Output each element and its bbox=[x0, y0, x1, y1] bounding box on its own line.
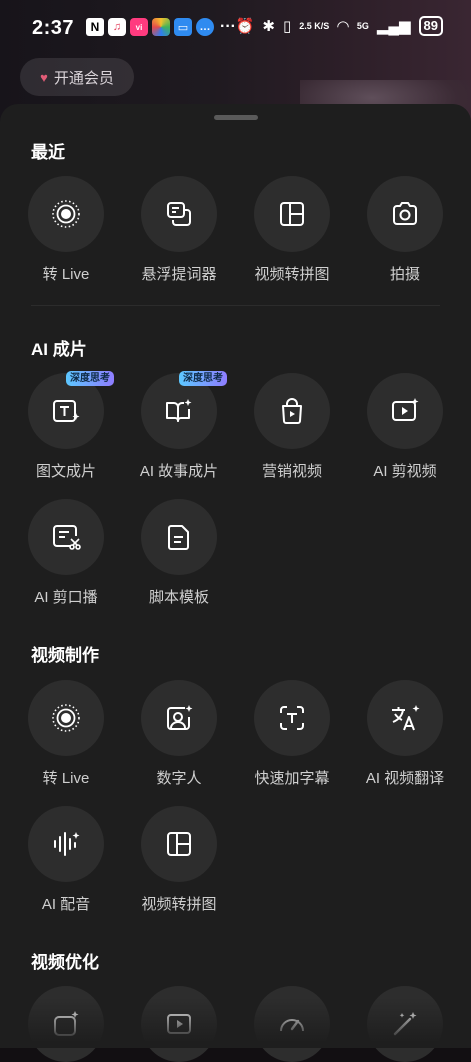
floating-teleprompter-icon bbox=[167, 202, 191, 226]
tool-label: 拍摄 bbox=[389, 266, 420, 283]
tool-recent-video-collage[interactable]: 视频转拼图 bbox=[236, 176, 348, 284]
deep-thinking-badge: 深度思考 bbox=[179, 371, 227, 386]
tool-label: AI 故事成片 bbox=[139, 463, 219, 480]
tool-icon-circle bbox=[254, 373, 330, 449]
translate-icon bbox=[392, 705, 420, 731]
vip-button[interactable]: ♥ 开通会员 bbox=[20, 58, 134, 96]
tool-icon-circle bbox=[367, 373, 443, 449]
photos-app-icon bbox=[152, 18, 170, 36]
tool-icon-circle bbox=[141, 499, 217, 575]
tool-make-video-collage[interactable]: 视频转拼图 bbox=[123, 806, 235, 914]
tool-label: AI 剪视频 bbox=[373, 463, 437, 480]
tool-label: 视频转拼图 bbox=[254, 266, 330, 283]
video-play-sparkle-icon bbox=[392, 398, 419, 421]
tool-label: 悬浮提词器 bbox=[141, 266, 217, 283]
tool-icon-circle bbox=[28, 806, 104, 882]
tool-icon-circle bbox=[141, 806, 217, 882]
music-app-icon: ♫ bbox=[108, 18, 126, 36]
tool-icon-circle bbox=[367, 176, 443, 252]
tools-sheet: 最近 转 Live 悬浮提词器 视频转拼图 拍摄 AI 成片 深度思考 图文成片… bbox=[0, 104, 471, 1062]
status-bar: 2:37 N ♫ vi ▭ … ··· ⏰ ✱ ▯ 2.5 K/S ◠ 5G ▂… bbox=[0, 0, 471, 58]
tool-recent-shoot[interactable]: 拍摄 bbox=[349, 176, 461, 284]
live-icon bbox=[52, 200, 80, 228]
camera-icon bbox=[393, 202, 417, 225]
bottom-fade bbox=[0, 998, 471, 1048]
shopping-bag-icon bbox=[282, 398, 302, 424]
battery-indicator: 89 bbox=[418, 16, 443, 36]
notification-icons: N ♫ vi ▭ … ··· bbox=[86, 18, 236, 36]
section-title-recent: 最近 bbox=[31, 143, 65, 162]
tool-icon-circle bbox=[254, 176, 330, 252]
tool-icon-circle: 深度思考 bbox=[141, 371, 227, 449]
tool-marketing-video[interactable]: 营销视频 bbox=[236, 373, 348, 481]
network-type: 5G bbox=[356, 21, 369, 31]
more-notifications-icon: ··· bbox=[220, 18, 236, 35]
section-title-ai-film: AI 成片 bbox=[31, 340, 87, 359]
tool-ai-video-translate[interactable]: AI 视频翻译 bbox=[349, 680, 461, 788]
tool-recent-convert-live[interactable]: 转 Live bbox=[10, 176, 122, 284]
tool-recent-floating-teleprompter[interactable]: 悬浮提词器 bbox=[123, 176, 235, 284]
message-app-icon: … bbox=[196, 18, 214, 36]
tool-label: 快速加字幕 bbox=[254, 770, 330, 787]
tool-image-text-film[interactable]: 深度思考 图文成片 bbox=[10, 371, 122, 481]
status-time: 2:37 bbox=[32, 17, 75, 39]
collage-icon bbox=[280, 202, 304, 226]
signal-icon: ▂▄▆ bbox=[376, 18, 411, 35]
tool-label: 转 Live bbox=[42, 770, 90, 787]
text-sparkle-icon bbox=[53, 400, 80, 422]
script-cut-icon bbox=[53, 525, 81, 550]
tool-icon-circle bbox=[28, 680, 104, 756]
section-divider bbox=[31, 305, 440, 306]
vibrate-icon: ▯ bbox=[282, 18, 292, 35]
subtitle-icon bbox=[280, 706, 304, 730]
tool-icon-circle bbox=[367, 680, 443, 756]
tool-label: AI 配音 bbox=[41, 896, 91, 913]
tool-icon-circle bbox=[28, 176, 104, 252]
doc-app-icon: ▭ bbox=[174, 18, 192, 36]
tool-label: AI 视频翻译 bbox=[365, 770, 445, 787]
tool-label: 图文成片 bbox=[35, 463, 96, 480]
nfc-icon: N bbox=[86, 18, 104, 36]
tool-ai-story-film[interactable]: 深度思考 AI 故事成片 bbox=[123, 371, 235, 481]
heart-icon: ♥ bbox=[40, 69, 48, 85]
alarm-icon: ⏰ bbox=[235, 18, 255, 35]
voice-wave-icon bbox=[54, 832, 80, 856]
tool-ai-video-edit[interactable]: AI 剪视频 bbox=[349, 373, 461, 481]
vip-label: 开通会员 bbox=[53, 69, 114, 87]
network-speed: 2.5 K/S bbox=[299, 20, 330, 31]
collage-icon bbox=[167, 832, 191, 856]
system-icons: ⏰ ✱ ▯ 2.5 K/S ◠ 5G ▂▄▆ 89 bbox=[236, 16, 443, 36]
tool-digital-human[interactable]: 数字人 bbox=[123, 680, 235, 788]
deep-thinking-badge: 深度思考 bbox=[66, 371, 114, 386]
tool-icon-circle bbox=[141, 176, 217, 252]
document-icon bbox=[168, 525, 189, 550]
tool-script-template[interactable]: 脚本模板 bbox=[123, 499, 235, 607]
drag-handle[interactable] bbox=[214, 115, 258, 120]
book-sparkle-icon bbox=[166, 399, 192, 422]
digital-human-icon bbox=[167, 705, 193, 730]
tool-label: 脚本模板 bbox=[148, 589, 209, 606]
tool-label: 营销视频 bbox=[261, 463, 322, 480]
video-app-icon: vi bbox=[130, 18, 148, 36]
tool-icon-circle bbox=[141, 680, 217, 756]
tool-icon-circle bbox=[254, 680, 330, 756]
tool-ai-cut-talking[interactable]: AI 剪口播 bbox=[10, 499, 122, 607]
bluetooth-icon: ✱ bbox=[262, 18, 275, 35]
tool-icon-circle bbox=[28, 499, 104, 575]
tool-label: 转 Live bbox=[42, 266, 90, 283]
tool-quick-subtitles[interactable]: 快速加字幕 bbox=[236, 680, 348, 788]
tool-label: 视频转拼图 bbox=[141, 896, 217, 913]
tool-ai-dubbing[interactable]: AI 配音 bbox=[10, 806, 122, 914]
section-title-video-make: 视频制作 bbox=[31, 646, 99, 665]
tool-icon-circle: 深度思考 bbox=[28, 371, 114, 449]
tool-make-convert-live[interactable]: 转 Live bbox=[10, 680, 122, 788]
tool-label: AI 剪口播 bbox=[34, 589, 98, 606]
section-title-video-optimize: 视频优化 bbox=[31, 953, 99, 972]
tool-label: 数字人 bbox=[156, 770, 202, 787]
live-icon bbox=[52, 704, 80, 732]
wifi-icon: ◠ bbox=[337, 18, 349, 35]
